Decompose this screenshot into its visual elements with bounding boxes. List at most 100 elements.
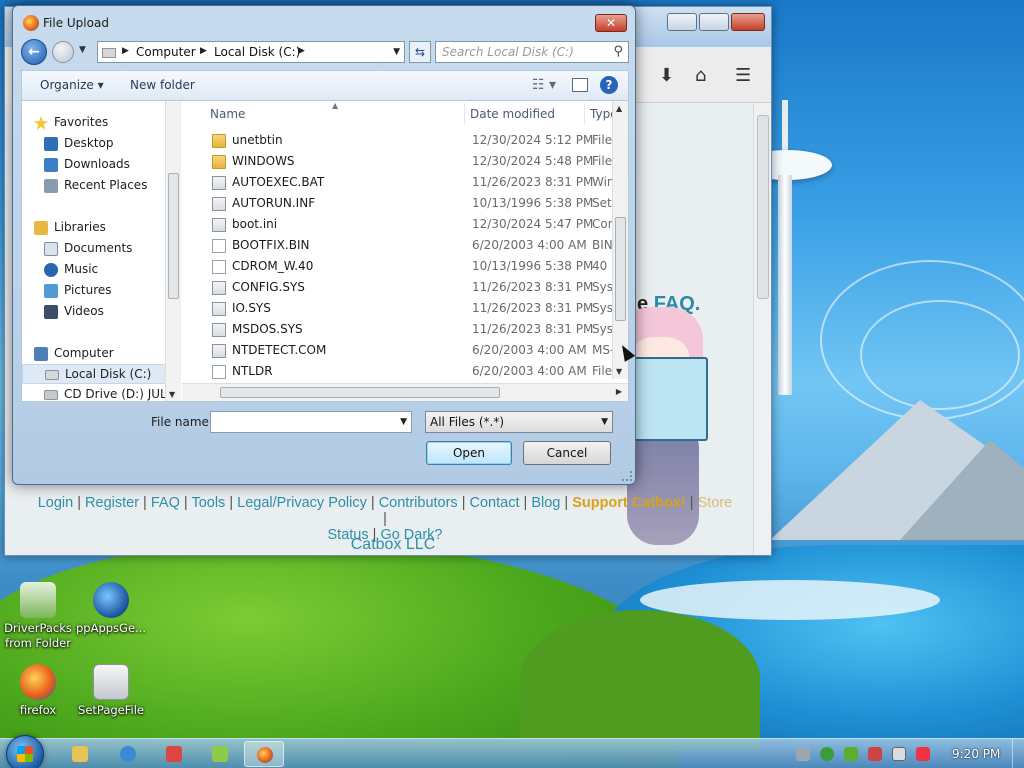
file-row[interactable]: MSDOS.SYS11/26/2023 8:31 PMSysten: [202, 320, 628, 341]
scroll-down-icon[interactable]: ▼: [169, 390, 175, 399]
new-folder-button[interactable]: New folder: [130, 78, 195, 92]
dialog-close-button[interactable]: ✕: [595, 14, 627, 32]
file-row[interactable]: CDROM_W.40 10/13/1996 5:38 PM 40 File: [202, 257, 628, 278]
menu-icon[interactable]: ☰: [735, 65, 751, 86]
file-row[interactable]: CONFIG.SYS11/26/2023 8:31 PMSysten: [202, 278, 628, 299]
chevron-down-icon[interactable]: ▼: [601, 417, 608, 427]
tray-icon[interactable]: [796, 747, 810, 761]
breadcrumb-arrow[interactable]: ▶: [200, 46, 207, 56]
file-row[interactable]: boot.ini 12/30/2024 5:47 PM Config: [202, 215, 628, 236]
start-button[interactable]: [6, 735, 44, 768]
footer-link-legal[interactable]: Legal/Privacy Policy: [237, 495, 367, 511]
nav-cd-drive[interactable]: CD Drive (D:) JUL: [22, 385, 172, 401]
desktop-icon-driverpacks[interactable]: DriverPacks from Folder: [0, 582, 78, 651]
nav-pictures[interactable]: Pictures: [22, 281, 172, 301]
footer-link-blog[interactable]: Blog: [531, 495, 560, 511]
nav-computer[interactable]: Computer: [22, 344, 172, 364]
scroll-right-icon[interactable]: ▶: [616, 387, 622, 396]
file-row[interactable]: NTLDR 6/20/2003 4:00 AM File: [202, 362, 622, 383]
show-desktop-button[interactable]: [1012, 739, 1024, 768]
taskbar-app[interactable]: [200, 741, 240, 767]
nav-favorites[interactable]: Favorites: [22, 113, 172, 133]
column-header-name[interactable]: Name: [210, 107, 245, 121]
address-dropdown-icon[interactable]: ▼: [393, 47, 400, 57]
file-list-hscrollbar[interactable]: ▶: [182, 383, 628, 401]
nav-downloads[interactable]: Downloads: [22, 155, 172, 175]
file-row[interactable]: AUTORUN.INF 10/13/1996 5:38 PM Setup: [202, 194, 627, 215]
nav-local-disk[interactable]: Local Disk (C:): [22, 364, 172, 384]
tray-icon[interactable]: [844, 747, 858, 761]
file-list-scrollbar[interactable]: ▲ ▼: [612, 101, 628, 379]
tray-icon[interactable]: [820, 747, 834, 761]
scrollbar-thumb[interactable]: [168, 173, 179, 299]
scroll-down-icon[interactable]: ▼: [616, 367, 622, 376]
close-button[interactable]: [731, 13, 765, 31]
taskbar-firefox[interactable]: [244, 741, 284, 767]
file-name-input[interactable]: ▼: [210, 411, 412, 433]
back-button[interactable]: ←: [21, 39, 47, 65]
browser-scrollbar[interactable]: [753, 103, 771, 555]
desktop-icon-setpagefile[interactable]: SetPageFile: [71, 664, 151, 718]
nav-libraries[interactable]: Libraries: [22, 218, 172, 238]
cancel-button[interactable]: Cancel: [523, 441, 611, 465]
footer-link-contact[interactable]: Contact: [470, 495, 520, 511]
column-separator[interactable]: [584, 103, 585, 125]
breadcrumb-computer[interactable]: Computer: [136, 45, 196, 59]
file-row[interactable]: BOOTFIX.BIN 6/20/2003 4:00 AM BIN Fil: [202, 236, 628, 257]
breadcrumb-arrow[interactable]: ▶: [298, 46, 305, 56]
search-icon[interactable]: ⚲: [613, 44, 623, 59]
preview-pane-icon[interactable]: [572, 78, 588, 92]
taskbar-explorer[interactable]: [60, 741, 100, 767]
address-bar[interactable]: ▶ Computer ▶ Local Disk (C:) ▶ ▼: [97, 41, 405, 63]
footer-link-register[interactable]: Register: [85, 495, 139, 511]
footer-link-tools[interactable]: Tools: [191, 495, 225, 511]
footer-link-faq[interactable]: FAQ: [151, 495, 180, 511]
organize-button[interactable]: Organize ▾: [40, 78, 104, 92]
open-button[interactable]: Open: [426, 441, 512, 465]
breadcrumb-local-disk[interactable]: Local Disk (C:): [214, 45, 300, 59]
nav-recent-places[interactable]: Recent Places: [22, 176, 172, 196]
file-row[interactable]: AUTOEXEC.BAT 11/26/2023 8:31 PM Windo: [202, 173, 628, 194]
file-row[interactable]: WINDOWS 12/30/2024 5:48 PM File fol: [202, 152, 628, 173]
desktop-icon-firefox[interactable]: firefox: [0, 664, 78, 718]
column-header-date[interactable]: Date modified: [470, 107, 555, 121]
desktop-icon-ppappsge[interactable]: ppAppsGe...: [71, 582, 151, 636]
recent-pages-dropdown[interactable]: ▼: [79, 45, 86, 55]
tray-icon[interactable]: [868, 747, 882, 761]
volume-icon[interactable]: [916, 747, 930, 761]
taskbar-app[interactable]: [154, 741, 194, 767]
file-type-filter[interactable]: All Files (*.*) ▼: [425, 411, 613, 433]
footer-link-contributors[interactable]: Contributors: [379, 495, 458, 511]
clock[interactable]: 9:20 PM: [952, 747, 1000, 761]
nav-desktop[interactable]: Desktop: [22, 134, 172, 154]
nav-documents[interactable]: Documents: [22, 239, 172, 259]
file-row[interactable]: IO.SYS11/26/2023 8:31 PMSysten: [202, 299, 628, 320]
footer-link-login[interactable]: Login: [38, 495, 73, 511]
column-separator[interactable]: [464, 103, 465, 125]
footer-link-support[interactable]: Support Catbox!: [572, 495, 686, 511]
resize-grip[interactable]: [622, 471, 632, 481]
chevron-down-icon[interactable]: ▼: [400, 417, 407, 427]
home-icon[interactable]: ⌂: [695, 65, 706, 86]
maximize-button[interactable]: [699, 13, 729, 31]
footer-link-store[interactable]: Store: [698, 495, 733, 511]
minimize-button[interactable]: [667, 13, 697, 31]
nav-music[interactable]: Music: [22, 260, 172, 280]
download-icon[interactable]: ⬇: [659, 65, 674, 86]
scrollbar-thumb[interactable]: [757, 115, 769, 299]
taskbar-ie[interactable]: [108, 741, 148, 767]
network-icon[interactable]: [892, 747, 906, 761]
file-row[interactable]: NTDETECT.COM 6/20/2003 4:00 AM MS-DC: [202, 341, 628, 362]
scroll-up-icon[interactable]: ▲: [616, 104, 622, 113]
search-box[interactable]: Search Local Disk (C:) ⚲: [435, 41, 629, 63]
file-row[interactable]: unetbtin 12/30/2024 5:12 PM File fol: [202, 131, 628, 152]
breadcrumb-arrow[interactable]: ▶: [122, 46, 129, 56]
scrollbar-thumb[interactable]: [220, 387, 500, 398]
scrollbar-thumb[interactable]: [615, 217, 626, 321]
refresh-button[interactable]: ⇆: [409, 41, 431, 63]
navigation-scrollbar[interactable]: ▼: [165, 101, 181, 401]
view-options-icon[interactable]: ☷ ▾: [532, 77, 556, 93]
forward-button[interactable]: [52, 41, 74, 63]
help-icon[interactable]: ?: [600, 76, 618, 94]
nav-videos[interactable]: Videos: [22, 302, 172, 322]
